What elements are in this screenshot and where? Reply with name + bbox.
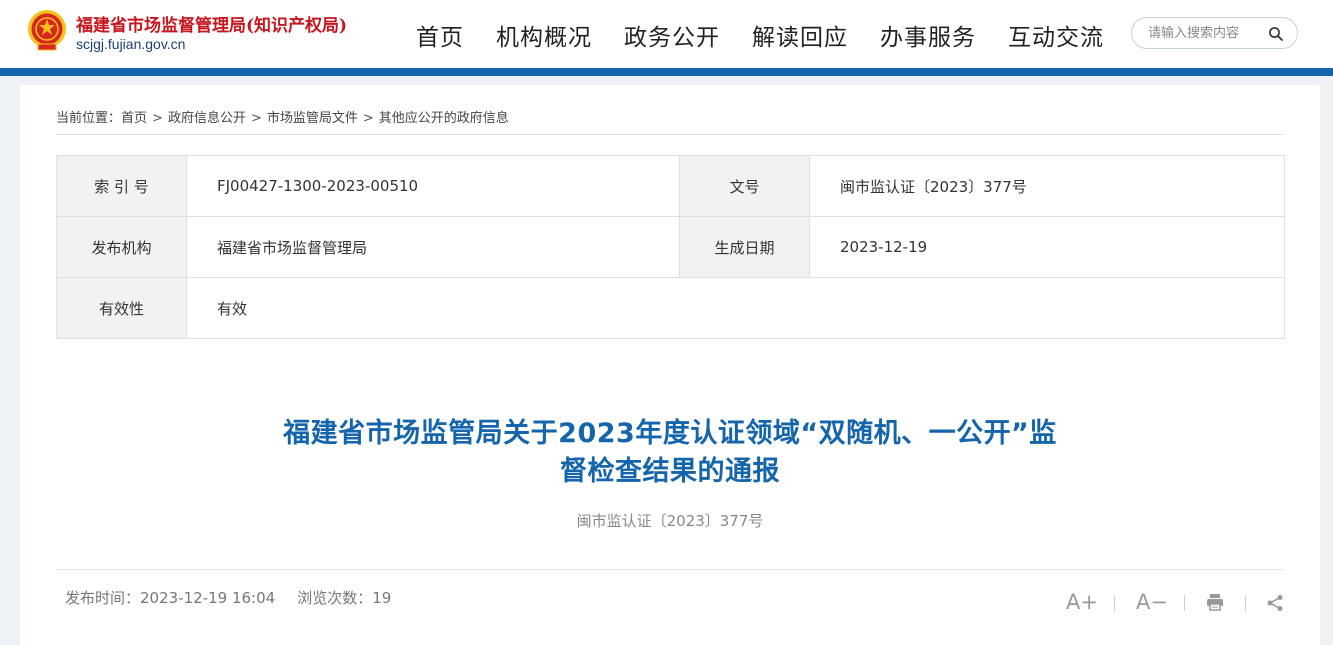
- breadcrumb-separator: >: [152, 111, 163, 126]
- font-increase-button[interactable]: A+: [1066, 590, 1098, 614]
- article-title: 福建省市场监管局关于2023年度认证领域“双随机、一公开”监 督检查结果的通报: [200, 415, 1140, 491]
- breadcrumb-home[interactable]: 首页: [121, 107, 147, 126]
- publisher-label: 发布机构: [56, 216, 187, 278]
- content-panel: 当前位置：首页 > 政府信息公开 > 市场监管局文件 > 其他应公开的政府信息 索 引 号 …: [20, 85, 1320, 645]
- tool-divider: [1245, 595, 1246, 611]
- nav-item-interpretation[interactable]: 解读回应: [752, 18, 848, 52]
- search-input[interactable]: [1148, 24, 1258, 42]
- publisher-value: 福建省市场监督管理局: [186, 216, 680, 278]
- document-number-label: 文号: [679, 155, 810, 217]
- creation-date-value: 2023-12-19: [809, 216, 1285, 278]
- nav-item-government-affairs[interactable]: 政务公开: [624, 18, 720, 52]
- breadcrumb-bureau-files[interactable]: 市场监管局文件: [267, 107, 358, 126]
- nav-item-interaction[interactable]: 互动交流: [1008, 18, 1104, 52]
- site-name[interactable]: 福建省市场监督管理局(知识产权局): [76, 11, 347, 36]
- site-header: 福建省市场监督管理局(知识产权局) scjgj.fujian.gov.cn 首页…: [0, 0, 1333, 68]
- info-divider: [56, 569, 1284, 570]
- publish-time-value: 2023-12-19 16:04: [140, 589, 276, 607]
- table-row: 索 引 号 FJ00427-1300-2023-00510 文号 闽市监认证〔2…: [56, 155, 1285, 217]
- document-number-value: 闽市监认证〔2023〕377号: [809, 155, 1285, 217]
- table-row: 有效性 有效: [56, 277, 1285, 339]
- breadcrumb-separator: >: [250, 111, 262, 126]
- validity-value: 有效: [186, 277, 1285, 339]
- breadcrumb-prefix: 当前位置：: [56, 111, 122, 126]
- breadcrumb-divider: [56, 134, 1284, 135]
- view-count-label: 浏览次数：: [297, 589, 373, 607]
- site-domain: scjgj.fujian.gov.cn: [76, 36, 186, 52]
- print-icon[interactable]: [1205, 592, 1225, 612]
- article-info: 发布时间：2023-12-19 16:04 浏览次数：19: [65, 587, 391, 608]
- breadcrumb-separator: >: [362, 111, 374, 126]
- nav-item-about[interactable]: 机构概况: [496, 18, 592, 52]
- nav-item-services[interactable]: 办事服务: [880, 18, 976, 52]
- header-divider: [0, 68, 1333, 76]
- publish-time-label: 发布时间：: [65, 589, 141, 607]
- font-decrease-button[interactable]: A−: [1136, 590, 1168, 614]
- validity-label: 有效性: [56, 277, 187, 339]
- national-emblem-icon: [28, 10, 66, 51]
- article-title-line: 督检查结果的通报: [560, 456, 780, 487]
- breadcrumb: 当前位置：首页 > 政府信息公开 > 市场监管局文件 > 其他应公开的政府信息: [56, 107, 509, 126]
- tool-divider: [1114, 595, 1115, 611]
- view-count-value: 19: [372, 589, 392, 607]
- tool-divider: [1184, 595, 1185, 611]
- article-title-line: 福建省市场监管局关于2023年度认证领域“双随机、一公开”监: [283, 418, 1057, 449]
- search-box: [1131, 17, 1298, 49]
- table-row: 发布机构 福建省市场监督管理局 生成日期 2023-12-19: [56, 216, 1285, 278]
- search-icon[interactable]: [1268, 26, 1284, 42]
- index-number-value: FJ00427-1300-2023-00510: [186, 155, 680, 217]
- document-meta-table: 索 引 号 FJ00427-1300-2023-00510 文号 闽市监认证〔2…: [56, 155, 1285, 339]
- share-icon[interactable]: [1266, 594, 1284, 612]
- breadcrumb-other-info[interactable]: 其他应公开的政府信息: [379, 107, 509, 126]
- creation-date-label: 生成日期: [679, 216, 810, 278]
- article-document-number: 闽市监认证〔2023〕377号: [576, 512, 764, 530]
- nav-item-home[interactable]: 首页: [416, 18, 464, 52]
- index-number-label: 索 引 号: [56, 155, 187, 217]
- breadcrumb-gov-info[interactable]: 政府信息公开: [168, 107, 246, 126]
